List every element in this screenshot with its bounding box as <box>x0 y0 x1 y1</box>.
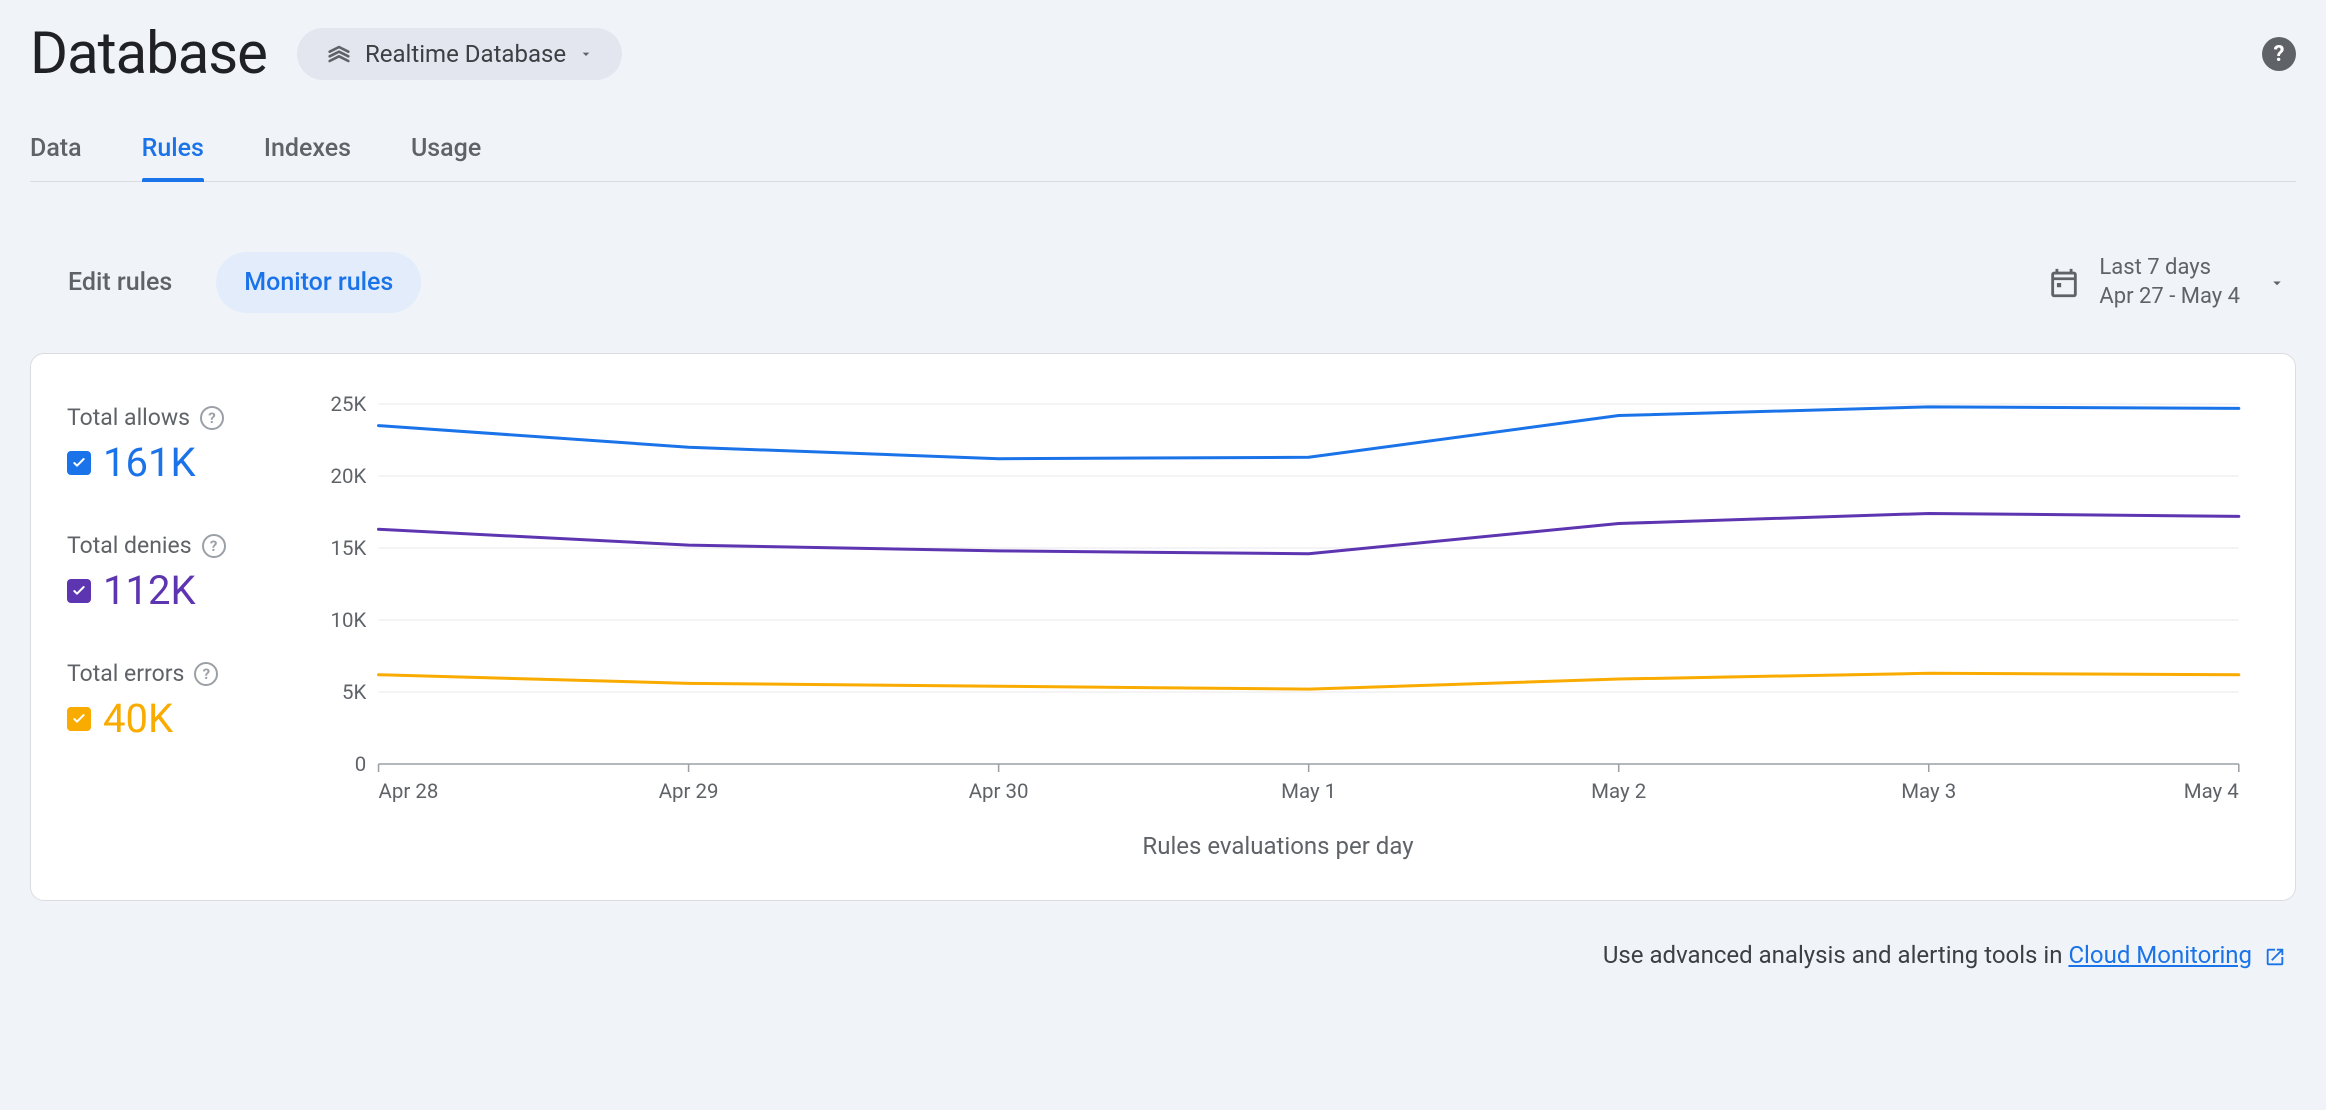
date-range-label: Last 7 days <box>2099 254 2240 283</box>
legend-allows-checkbox[interactable] <box>67 451 91 475</box>
legend-item-allows: Total allows ? 161K <box>67 404 267 486</box>
subtab-edit-rules[interactable]: Edit rules <box>40 252 200 313</box>
help-icon[interactable]: ? <box>194 662 218 686</box>
tab-usage[interactable]: Usage <box>411 122 481 181</box>
external-link-icon <box>2264 946 2286 968</box>
calendar-icon <box>2047 266 2081 300</box>
database-selector[interactable]: Realtime Database <box>297 28 622 80</box>
svg-text:May 4: May 4 <box>2184 779 2239 803</box>
cloud-monitoring-footer: Use advanced analysis and alerting tools… <box>30 941 2296 969</box>
tab-data[interactable]: Data <box>30 122 82 181</box>
legend-allows-label: Total allows <box>67 404 190 431</box>
cloud-monitoring-link[interactable]: Cloud Monitoring <box>2068 941 2252 969</box>
svg-text:20K: 20K <box>330 464 366 488</box>
svg-text:May 3: May 3 <box>1901 779 1956 803</box>
main-tabs: Data Rules Indexes Usage <box>30 122 2296 182</box>
help-icon[interactable]: ? <box>200 406 224 430</box>
chart-xlabel: Rules evaluations per day <box>307 832 2249 860</box>
legend-item-errors: Total errors ? 40K <box>67 660 267 742</box>
legend-denies-checkbox[interactable] <box>67 579 91 603</box>
subtab-monitor-rules[interactable]: Monitor rules <box>216 252 421 313</box>
legend-errors-label: Total errors <box>67 660 184 687</box>
tab-rules[interactable]: Rules <box>142 122 204 181</box>
help-icon[interactable]: ? <box>2262 37 2296 71</box>
legend-denies-label: Total denies <box>67 532 192 559</box>
legend-errors-checkbox[interactable] <box>67 707 91 731</box>
legend-item-denies: Total denies ? 112K <box>67 532 267 614</box>
chart-legend: Total allows ? 161K Total denies ? <box>67 394 267 860</box>
monitor-rules-card: Total allows ? 161K Total denies ? <box>30 353 2296 901</box>
tab-indexes[interactable]: Indexes <box>264 122 351 181</box>
caret-down-icon <box>578 46 594 62</box>
svg-text:May 2: May 2 <box>1591 779 1646 803</box>
legend-errors-value: 40K <box>103 695 173 742</box>
realtime-db-icon <box>325 40 353 68</box>
rules-subtabs: Edit rules Monitor rules <box>40 252 421 313</box>
rules-evaluations-chart: 0 5K 10K 15K 20K 25K Apr 28 Apr 29 Apr 30 May 1 Ma… <box>307 394 2249 814</box>
svg-text:15K: 15K <box>330 536 366 560</box>
page-title: Database <box>30 20 267 88</box>
help-icon[interactable]: ? <box>202 534 226 558</box>
database-selector-label: Realtime Database <box>365 40 566 68</box>
footer-text: Use advanced analysis and alerting tools… <box>1603 941 2069 969</box>
svg-text:5K: 5K <box>342 680 367 704</box>
svg-text:May 1: May 1 <box>1281 779 1336 803</box>
svg-text:Apr 29: Apr 29 <box>659 779 719 803</box>
svg-text:Apr 28: Apr 28 <box>379 779 439 803</box>
svg-text:10K: 10K <box>330 608 366 632</box>
date-range-picker[interactable]: Last 7 days Apr 27 - May 4 <box>2047 254 2286 311</box>
date-range-dates: Apr 27 - May 4 <box>2099 283 2240 312</box>
caret-down-icon <box>2268 274 2286 292</box>
legend-allows-value: 161K <box>103 439 196 486</box>
svg-text:0: 0 <box>355 752 366 776</box>
svg-text:Apr 30: Apr 30 <box>969 779 1029 803</box>
legend-denies-value: 112K <box>103 567 196 614</box>
svg-text:25K: 25K <box>330 394 366 416</box>
